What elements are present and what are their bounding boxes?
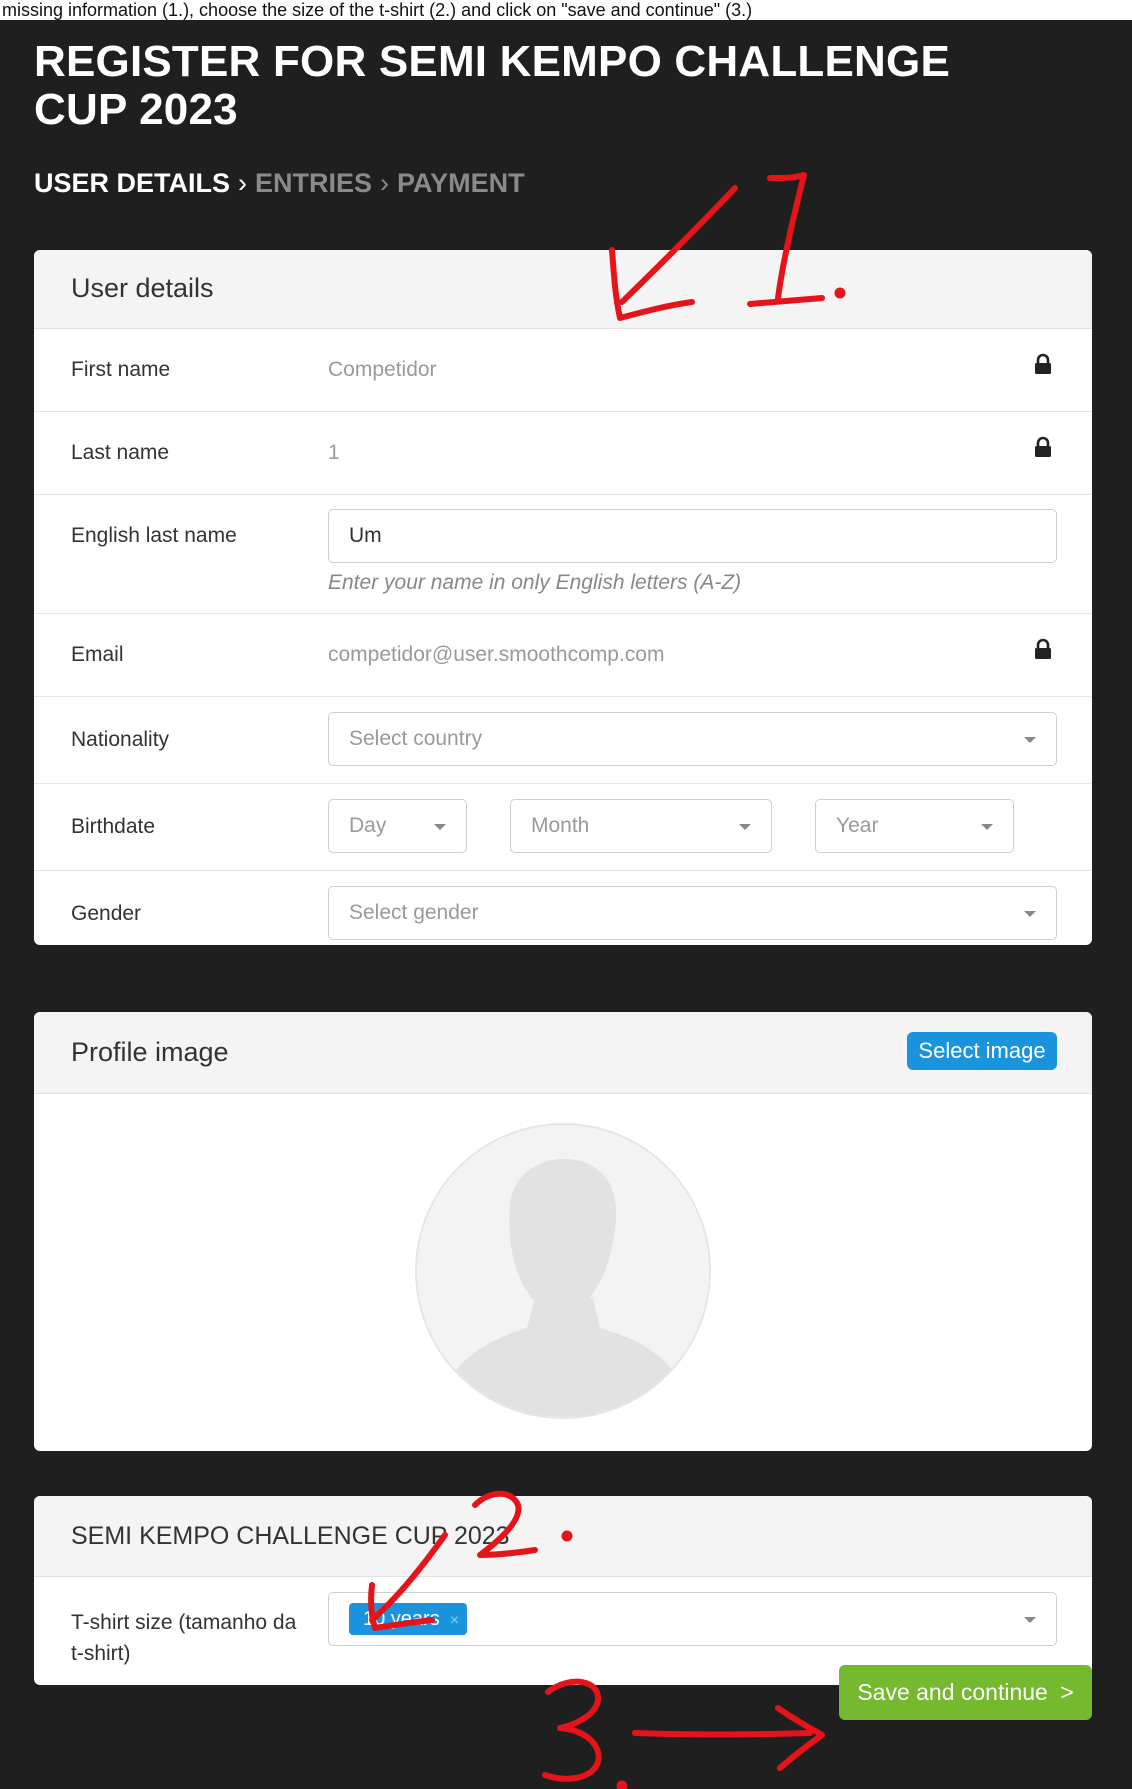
chevron-down-icon (981, 824, 993, 830)
nationality-select[interactable]: Select country (328, 712, 1057, 766)
birthdate-row: Birthdate Day Month Year (34, 784, 1092, 871)
last-name-label: Last name (71, 441, 170, 464)
chevron-down-icon (739, 824, 751, 830)
first-name-value: Competidor (328, 358, 437, 381)
last-name-row: Last name 1 (34, 412, 1092, 495)
english-name-help: Enter your name in only English letters … (328, 571, 742, 594)
nationality-row: Nationality Select country (34, 697, 1092, 784)
profile-image-panel: Profile image Select image (34, 1012, 1092, 1451)
breadcrumb-steps: USER DETAILS › ENTRIES › PAYMENT (34, 168, 525, 199)
birth-month-select[interactable]: Month (510, 799, 772, 853)
birth-year-placeholder: Year (836, 814, 879, 837)
email-label: Email (71, 643, 124, 666)
chevron-down-icon (1024, 911, 1036, 917)
gender-placeholder: Select gender (349, 901, 479, 924)
gender-select[interactable]: Select gender (328, 886, 1057, 940)
birth-day-select[interactable]: Day (328, 799, 467, 853)
last-name-value: 1 (328, 441, 340, 464)
birth-day-placeholder: Day (349, 814, 387, 837)
email-value: competidor@user.smoothcomp.com (328, 643, 665, 666)
birthdate-label: Birthdate (71, 815, 156, 838)
birth-year-select[interactable]: Year (815, 799, 1014, 853)
select-image-button[interactable]: Select image (907, 1032, 1057, 1070)
tshirt-label: T-shirt size (tamanho da t-shirt) (71, 1611, 297, 1665)
lock-icon (1035, 353, 1051, 374)
english-last-name-label: English last name (71, 524, 237, 547)
chevron-right-icon: > (1060, 1679, 1074, 1705)
page-title: REGISTER FOR SEMI KEMPO CHALLENGE CUP 20… (34, 37, 950, 134)
nationality-label: Nationality (71, 728, 170, 751)
event-panel: SEMI KEMPO CHALLENGE CUP 2023 T-shirt si… (34, 1496, 1092, 1685)
chevron-down-icon (434, 824, 446, 830)
gender-label: Gender (71, 902, 142, 925)
lock-icon (1035, 638, 1051, 659)
save-and-continue-button[interactable]: Save and continue > (839, 1665, 1092, 1720)
panel-title: Profile image (71, 1037, 229, 1067)
chevron-right-icon: › (380, 168, 390, 198)
english-last-name-input[interactable]: Um (328, 509, 1057, 563)
instruction-strip: missing information (1.), choose the siz… (0, 0, 1132, 20)
panel-title: User details (71, 273, 214, 303)
panel-header: Profile image Select image (34, 1012, 1092, 1094)
first-name-label: First name (71, 358, 171, 381)
lock-icon (1035, 436, 1051, 457)
step-user-details[interactable]: USER DETAILS (34, 168, 230, 198)
english-last-name-row: English last name Um Enter your name in … (34, 495, 1092, 614)
chevron-right-icon: › (238, 168, 248, 198)
tshirt-size-select[interactable]: 10 years × (328, 1592, 1057, 1646)
nationality-placeholder: Select country (349, 727, 483, 750)
english-last-name-value: Um (349, 524, 382, 547)
save-button-label: Save and continue (857, 1679, 1048, 1705)
instruction-text: missing information (1.), choose the siz… (2, 0, 753, 20)
first-name-row: First name Competidor (34, 329, 1092, 412)
step-entries[interactable]: ENTRIES (255, 168, 372, 198)
panel-header: SEMI KEMPO CHALLENGE CUP 2023 (34, 1496, 1092, 1577)
selected-size-tag: 10 years × (349, 1603, 468, 1635)
chevron-down-icon (1024, 737, 1036, 743)
avatar-placeholder-icon (415, 1123, 711, 1419)
email-row: Email competidor@user.smoothcomp.com (34, 614, 1092, 697)
annotation-arrow-3 (542, 1678, 825, 1789)
step-payment[interactable]: PAYMENT (397, 168, 525, 198)
birth-month-placeholder: Month (531, 814, 590, 837)
user-details-panel: User details First name Competidor Last … (34, 250, 1092, 945)
panel-header: User details (34, 250, 1092, 329)
remove-tag-icon[interactable]: × (450, 1612, 459, 1629)
panel-title: SEMI KEMPO CHALLENGE CUP 2023 (71, 1522, 510, 1550)
gender-row: Gender Select gender (34, 871, 1092, 945)
selected-size-value: 10 years (363, 1608, 440, 1630)
chevron-down-icon (1024, 1617, 1036, 1623)
